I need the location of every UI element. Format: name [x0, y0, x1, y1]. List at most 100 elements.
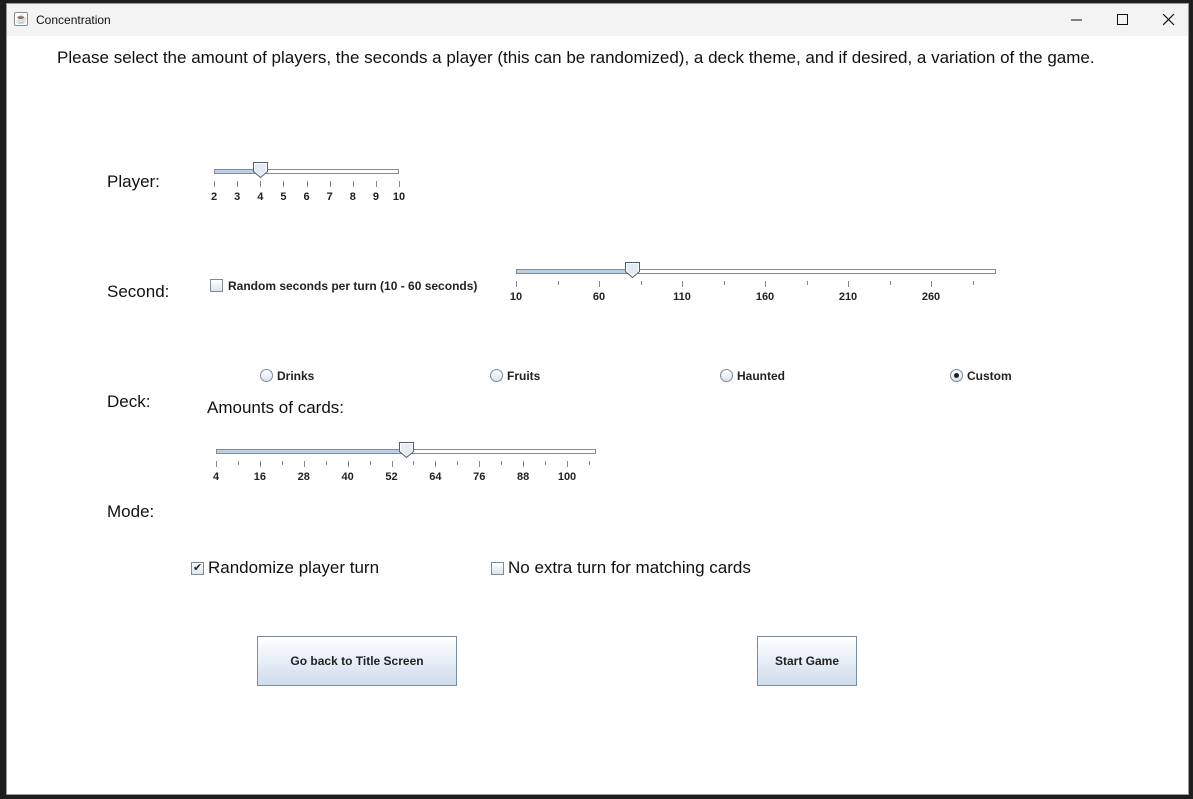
slider-tick-label: 40 — [341, 471, 354, 483]
slider-fill — [216, 449, 407, 454]
slider-major-tick — [306, 181, 308, 187]
slider-major-tick — [237, 181, 239, 187]
slider-major-tick — [329, 181, 331, 187]
slider-tick-label: 88 — [517, 471, 530, 483]
slider-tick-label: 210 — [838, 291, 858, 303]
player-label: Player: — [107, 172, 160, 191]
slider-tick-label: 160 — [755, 291, 775, 303]
slider-minor-tick — [588, 461, 590, 465]
slider-minor-tick — [545, 461, 547, 465]
slider-tick-label: 6 — [303, 191, 310, 203]
slider-tick-label: 100 — [557, 471, 577, 483]
slider-tick-label: 10 — [392, 191, 406, 203]
slider-minor-tick — [723, 281, 725, 285]
slider-major-tick — [599, 281, 600, 287]
deck-option-label: Drinks — [277, 369, 315, 383]
slider-major-tick — [523, 461, 525, 467]
slider-minor-tick — [281, 461, 283, 465]
instruction-text: Please select the amount of players, the… — [57, 48, 1095, 67]
slider-tick-label: 7 — [326, 191, 333, 203]
slider-tick-label: 4 — [257, 191, 264, 203]
slider-minor-tick — [413, 461, 415, 465]
deck-label: Deck: — [107, 392, 151, 411]
java-app-icon: ☕ — [14, 12, 28, 26]
second-label: Second: — [107, 282, 170, 301]
slider-tick-label: 3 — [234, 191, 241, 203]
amounts-of-cards-label: Amounts of cards: — [207, 398, 345, 417]
slider-tick-label: 28 — [297, 471, 310, 483]
random-seconds-checkbox[interactable] — [210, 279, 223, 292]
close-icon — [1163, 14, 1175, 26]
slider-major-tick — [303, 461, 305, 467]
slider-thumb[interactable] — [399, 442, 415, 459]
deck-radio-custom[interactable] — [950, 369, 963, 382]
app-window: ☕ Concentration Please select the amount… — [6, 3, 1189, 795]
slider-major-tick — [283, 181, 285, 187]
deck-option-label: Custom — [967, 369, 1012, 383]
slider-tick-label: 2 — [210, 191, 218, 203]
deck-radio-haunted[interactable] — [720, 369, 733, 382]
mode-label: Mode: — [107, 502, 155, 521]
slider-major-tick — [347, 461, 349, 467]
window-title: Concentration — [36, 13, 111, 27]
slider-major-tick — [435, 461, 437, 467]
randomize-turn-label: Randomize player turn — [208, 558, 380, 577]
slider-major-tick — [765, 281, 766, 287]
slider-tick-label: 76 — [473, 471, 486, 483]
no-extra-turn-label: No extra turn for matching cards — [508, 558, 751, 577]
slider-major-tick — [848, 281, 849, 287]
slider-tick-label: 8 — [349, 191, 356, 203]
deck-option-label: Fruits — [507, 369, 541, 383]
maximize-icon — [1117, 14, 1128, 25]
slider-minor-tick — [557, 281, 559, 285]
maximize-button[interactable] — [1100, 4, 1146, 36]
slider-major-tick — [399, 181, 400, 187]
slider-major-tick — [931, 281, 932, 287]
deck-radio-fruits[interactable] — [490, 369, 503, 382]
randomize-turn-checkbox[interactable]: ✔ — [191, 562, 204, 575]
slider-tick-label: 110 — [673, 291, 691, 303]
slider-minor-tick — [325, 461, 327, 465]
title-bar: ☕ Concentration — [7, 4, 1188, 36]
slider-major-tick — [567, 461, 568, 467]
slider-major-tick — [216, 461, 217, 467]
slider-minor-tick — [457, 461, 459, 465]
slider-minor-tick — [889, 281, 891, 285]
slider-minor-tick — [972, 281, 974, 285]
slider-tick-label: 10 — [509, 291, 523, 303]
slider-tick-label: 64 — [429, 471, 442, 483]
slider-thumb[interactable] — [625, 262, 641, 279]
checkmark-icon: ✔ — [193, 562, 203, 574]
radio-selected-dot — [954, 373, 959, 378]
slider-minor-tick — [806, 281, 808, 285]
slider-tick-label: 60 — [592, 291, 606, 303]
slider-tick-label: 16 — [253, 471, 266, 483]
slider-thumb[interactable] — [253, 162, 269, 179]
slider-minor-tick — [501, 461, 503, 465]
close-button[interactable] — [1146, 4, 1192, 36]
back-to-title-button[interactable]: Go back to Title Screen — [257, 636, 457, 686]
slider-major-tick — [260, 181, 262, 187]
slider-major-tick — [516, 281, 517, 287]
slider-minor-tick — [640, 281, 642, 285]
slider-tick-label: 4 — [212, 471, 220, 483]
deck-option-label: Haunted — [737, 369, 785, 383]
slider-minor-tick — [237, 461, 239, 465]
slider-minor-tick — [369, 461, 371, 465]
slider-tick-label: 5 — [280, 191, 287, 203]
start-game-button[interactable]: Start Game — [757, 636, 857, 686]
slider-fill — [516, 269, 633, 274]
random-seconds-label: Random seconds per turn (10 - 60 seconds… — [228, 279, 478, 293]
slider-major-tick — [375, 181, 377, 187]
content-pane: Please select the amount of players, the… — [7, 36, 1188, 796]
slider-tick-label: 9 — [372, 191, 379, 203]
slider-tick-label: 260 — [921, 291, 941, 303]
minimize-button[interactable] — [1054, 4, 1100, 36]
no-extra-turn-checkbox[interactable] — [491, 562, 504, 575]
slider-major-tick — [259, 461, 261, 467]
slider-major-tick — [214, 181, 215, 187]
slider-major-tick — [479, 461, 481, 467]
minimize-icon — [1071, 19, 1082, 21]
deck-radio-drinks[interactable] — [260, 369, 273, 382]
slider-major-tick — [352, 181, 354, 187]
